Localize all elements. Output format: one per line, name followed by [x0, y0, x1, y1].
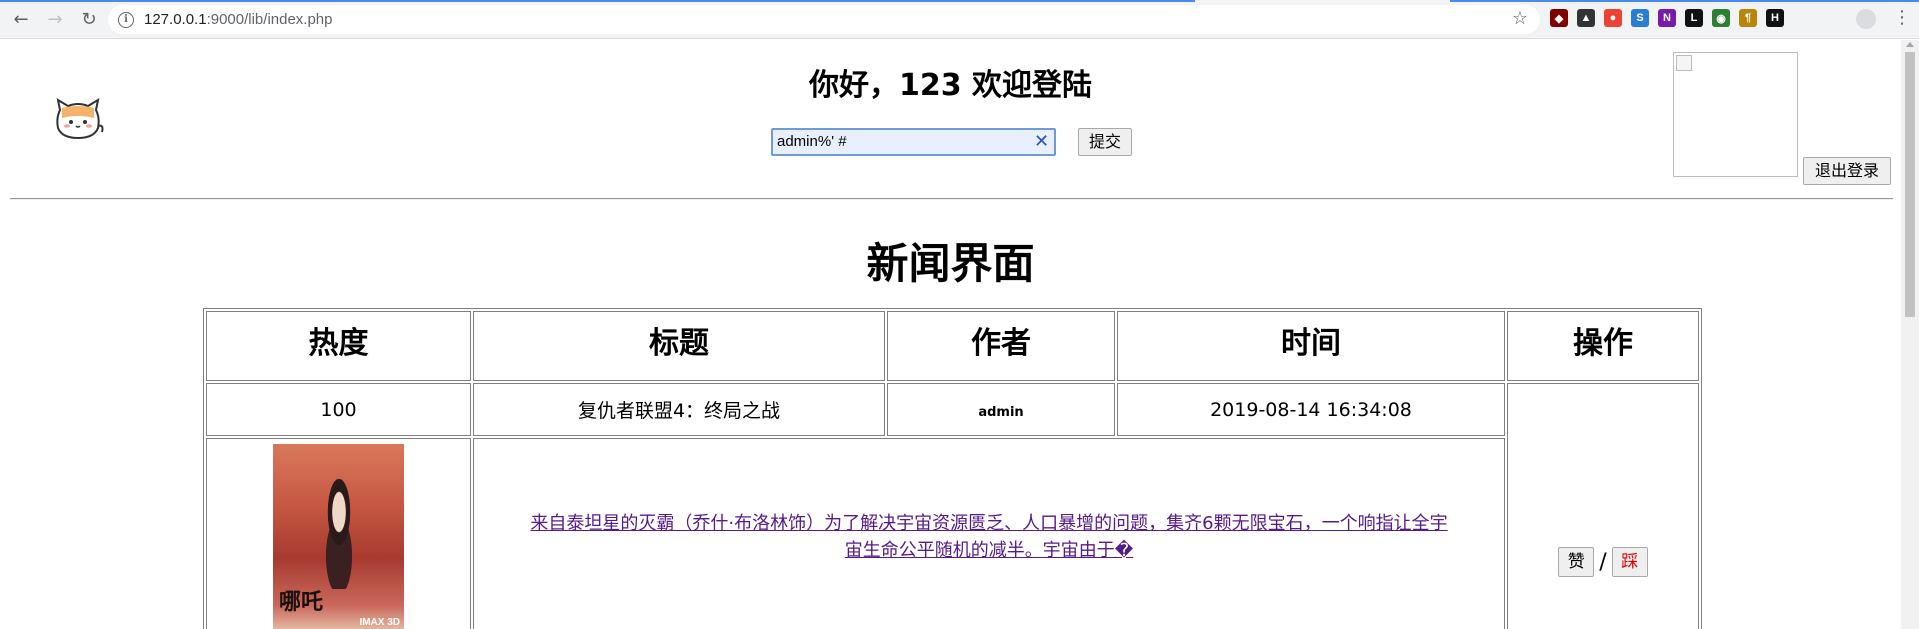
like-button[interactable]: 赞: [1558, 547, 1595, 577]
divider: [10, 198, 1893, 200]
ublock-icon[interactable]: ◆: [1550, 9, 1568, 27]
summary-cell: 来自泰坦星的灭霸（乔什·布洛林饰）为了解决宇宙资源匮乏、人口暴增的问题，集齐6颗…: [473, 438, 1505, 629]
column-header-actions: 操作: [1507, 311, 1699, 381]
time-cell: 2019-08-14 16:34:08: [1117, 383, 1505, 436]
scroll-up-arrow-icon[interactable]: [1906, 42, 1914, 47]
submit-button[interactable]: 提交: [1078, 128, 1132, 156]
table-row: 100 复仇者联盟4：终局之战 admin 2019-08-14 16:34:0…: [206, 383, 1699, 629]
column-header-heat: 热度: [206, 311, 471, 381]
loading-progress-bar-segment: [1450, 0, 1919, 2]
actions-cell: 赞 / 踩: [1507, 383, 1699, 629]
browser-menu-icon[interactable]: ⋮: [1893, 8, 1911, 28]
news-summary-link[interactable]: 来自泰坦星的灭霸（乔什·布洛林饰）为了解决宇宙资源匮乏、人口暴增的问题，集齐6颗…: [530, 513, 1447, 561]
loading-progress-bar: [0, 0, 1195, 2]
s-icon[interactable]: S: [1631, 9, 1649, 27]
mask-icon[interactable]: ▲: [1577, 9, 1595, 27]
table-header-row: 热度 标题 作者 时间 操作: [206, 311, 1699, 381]
search-input[interactable]: admin%' #: [771, 128, 1056, 156]
greeting-heading: 你好，123 欢迎登陆: [808, 68, 1093, 103]
summary-line-1: 来自泰坦星的灭霸（乔什·布洛林饰）为了解决宇宙资源匮乏、人口暴增的问题，集齐6颗…: [530, 513, 1448, 534]
broken-image-icon: [1676, 55, 1692, 71]
clear-input-icon[interactable]: ✕: [1034, 133, 1049, 151]
chrome-color-icon[interactable]: ●: [1604, 9, 1622, 27]
translate-icon[interactable]: ¶: [1739, 9, 1757, 27]
url-host: 127.0.0.1: [144, 11, 207, 28]
vote-separator: /: [1599, 549, 1607, 575]
poster-figure: [313, 479, 365, 589]
forward-arrow-icon[interactable]: →: [42, 6, 68, 32]
movie-poster-image[interactable]: 哪吒 IMAX 3D: [273, 444, 404, 629]
browser-toolbar: ← → ↻ i 127.0.0.1:9000/lib/index.php ☆ ◆…: [0, 0, 1919, 39]
column-header-author: 作者: [887, 311, 1115, 381]
table-row-detail: 哪吒 IMAX 3D 来自泰坦星的灭霸（乔什·布洛林饰）为了解决宇宙资源匮乏、人…: [206, 438, 1699, 629]
bookmark-star-icon[interactable]: ☆: [1512, 8, 1528, 29]
dislike-button[interactable]: 踩: [1611, 547, 1648, 577]
poster-cell: 哪吒 IMAX 3D: [206, 438, 471, 629]
vote-controls: 赞 / 踩: [1508, 412, 1698, 607]
summary-line-2: 宙生命公平随机的减半。宇宙由于�: [844, 540, 1134, 561]
user-avatar-image: [1673, 52, 1798, 177]
site-info-icon[interactable]: i: [118, 11, 134, 28]
h-icon[interactable]: H: [1766, 9, 1784, 27]
web-page: 你好，123 欢迎登陆 admin%' # ✕ 提交 退出登录 新闻界面 热度 …: [0, 40, 1901, 629]
address-bar[interactable]: i 127.0.0.1:9000/lib/index.php ☆: [108, 5, 1540, 34]
news-table: 热度 标题 作者 时间 操作 100 复仇者联盟4：终局之战 admin 201…: [203, 308, 1702, 629]
globe-icon[interactable]: ◉: [1712, 9, 1730, 27]
reload-icon[interactable]: ↻: [76, 6, 102, 32]
extensions-tray: ◆ ▲ ● S N L ◉ ¶ H: [1550, 9, 1784, 27]
vertical-scrollbar[interactable]: [1901, 40, 1919, 629]
author-cell: admin: [887, 383, 1115, 436]
page-title: 新闻界面: [866, 239, 1035, 288]
column-header-title: 标题: [473, 311, 885, 381]
url-text[interactable]: 127.0.0.1:9000/lib/index.php: [144, 11, 333, 28]
logout-button[interactable]: 退出登录: [1803, 157, 1891, 185]
back-arrow-icon[interactable]: ←: [8, 6, 34, 32]
l-icon[interactable]: L: [1685, 9, 1703, 27]
news-title-cell: 复仇者联盟4：终局之战: [473, 383, 885, 436]
poster-badge: IMAX 3D: [359, 617, 400, 628]
profile-avatar-icon[interactable]: [1856, 9, 1876, 29]
poster-calligraphy: 哪吒: [279, 589, 324, 615]
heat-value: 100: [206, 383, 471, 436]
url-path: :9000/lib/index.php: [206, 11, 333, 28]
scrollbar-thumb[interactable]: [1905, 52, 1915, 317]
onenote-icon[interactable]: N: [1658, 9, 1676, 27]
column-header-time: 时间: [1117, 311, 1505, 381]
